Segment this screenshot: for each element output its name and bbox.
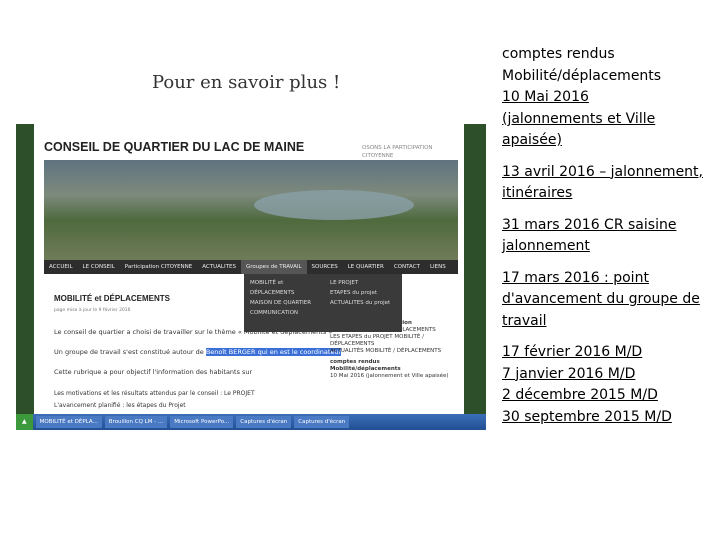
nav-dropdown: MOBILITÉ et DÉPLACEMENTS MAISON DE QUART… xyxy=(244,274,402,332)
link-10-mai[interactable]: 10 Mai 2016 xyxy=(502,87,714,109)
cr-heading-2: Mobilité/déplacements xyxy=(502,67,662,84)
link-17-mars[interactable]: 17 mars 2016 : point d'avancement du gro… xyxy=(502,268,714,333)
bullet-2[interactable]: L'avancement planifié : les étapes du Pr… xyxy=(54,402,186,409)
dd-etapes[interactable]: ETAPES du projet xyxy=(330,288,390,298)
side-cr: comptes rendus Mobilité/déplacements xyxy=(330,359,401,372)
link-group-3: 31 mars 2016 CR saisine jalonnement xyxy=(502,215,714,258)
taskbar-item-4[interactable]: Captures d'écran xyxy=(236,416,292,428)
slide-title: Pour en savoir plus ! xyxy=(152,72,341,93)
para-2-text: Un groupe de travail s'est constitué aut… xyxy=(54,348,204,356)
website-screenshot: CONSEIL DE QUARTIER DU LAC DE MAINE OSON… xyxy=(16,124,486,430)
taskbar-item-1[interactable]: MOBILITÉ et DÉPLA... xyxy=(35,416,102,428)
content-para-2: Un groupe de travail s'est constitué aut… xyxy=(54,348,342,356)
link-30-septembre[interactable]: 30 septembre 2015 M/D xyxy=(502,407,714,429)
nav-accueil[interactable]: ACCUEIL xyxy=(44,264,78,270)
dd-actualites[interactable]: ACTUALITES du projet xyxy=(330,298,390,308)
taskbar-item-5[interactable]: Captures d'écran xyxy=(294,416,350,428)
link-2-decembre[interactable]: 2 décembre 2015 M/D xyxy=(502,385,714,407)
nav-liens[interactable]: LIENS xyxy=(425,264,451,270)
link-group-5: 17 février 2016 M/D 7 janvier 2016 M/D 2… xyxy=(502,342,714,428)
para-2-highlight: Benoît BERGER qui en est le coordinateur xyxy=(205,348,342,356)
link-31-mars[interactable]: 31 mars 2016 CR saisine jalonnement xyxy=(502,215,714,258)
dd-communication[interactable]: COMMUNICATION xyxy=(250,308,311,318)
link-group-2: 13 avril 2016 – jalonnement, itinéraires xyxy=(502,162,714,205)
site-title: CONSEIL DE QUARTIER DU LAC DE MAINE xyxy=(44,140,305,154)
link-group-4: 17 mars 2016 : point d'avancement du gro… xyxy=(502,268,714,333)
nav-groupes[interactable]: Groupes de TRAVAIL xyxy=(240,260,307,274)
content-para-3: Cette rubrique a pour objectif l'informa… xyxy=(54,368,253,376)
dropdown-right: LE PROJET ETAPES du projet ACTUALITES du… xyxy=(330,278,390,308)
link-17-fevrier[interactable]: 17 février 2016 M/D xyxy=(502,342,714,364)
content-heading: MOBILITÉ et DÉPLACEMENTS xyxy=(54,294,171,303)
nav-conseil[interactable]: LE CONSEIL xyxy=(78,264,120,270)
side-item-3[interactable]: ACTUALITÉS MOBILITÉ / DÉPLACEMENTS xyxy=(330,348,450,355)
dd-projet[interactable]: LE PROJET xyxy=(330,278,390,288)
side-item-2[interactable]: LES ETAPES du PROJET MOBILITÉ / DÉPLACEM… xyxy=(330,334,450,348)
dd-maison[interactable]: MAISON DE QUARTIER xyxy=(250,298,311,308)
nav-sources[interactable]: SOURCES xyxy=(307,264,343,270)
dd-mobilite[interactable]: MOBILITÉ et xyxy=(250,278,311,288)
windows-taskbar: ▲ MOBILITÉ et DÉPLA... Brouillon CQ LM -… xyxy=(16,414,486,430)
side-cr-item[interactable]: 10 Mai 2016 (jalonnement et Ville apaisé… xyxy=(330,373,450,380)
site-nav: ACCUEIL LE CONSEIL Participation CITOYEN… xyxy=(44,260,458,274)
nav-participation[interactable]: Participation CITOYENNE xyxy=(120,264,197,270)
content-meta: page mise à jour le 9 février 2016 xyxy=(54,308,131,313)
bullet-1[interactable]: Les motivations et les résultats attendu… xyxy=(54,390,255,397)
nav-contact[interactable]: CONTACT xyxy=(389,264,425,270)
website-page: CONSEIL DE QUARTIER DU LAC DE MAINE OSON… xyxy=(34,124,464,430)
site-subtitle: OSONS LA PARTICIPATION CITOYENNE xyxy=(362,145,433,159)
taskbar-item-2[interactable]: Brouillon CQ LM - ... xyxy=(104,416,168,428)
links-column: comptes rendus Mobilité/déplacements 10 … xyxy=(502,44,714,438)
link-group-1: comptes rendus Mobilité/déplacements 10 … xyxy=(502,44,714,152)
link-13-avril[interactable]: 13 avril 2016 – jalonnement, itinéraires xyxy=(502,162,714,205)
dropdown-left: MOBILITÉ et DÉPLACEMENTS MAISON DE QUART… xyxy=(250,278,311,318)
start-button[interactable]: ▲ xyxy=(16,414,33,430)
taskbar-item-3[interactable]: Microsoft PowerPo... xyxy=(170,416,234,428)
hero-image xyxy=(44,160,458,260)
dd-deplacements[interactable]: DÉPLACEMENTS xyxy=(250,288,311,298)
link-10-mai-detail[interactable]: (jalonnements et Ville apaisée) xyxy=(502,109,714,152)
cr-heading: comptes rendus xyxy=(502,46,615,62)
nav-quartier[interactable]: LE QUARTIER xyxy=(343,264,389,270)
link-7-janvier[interactable]: 7 janvier 2016 M/D xyxy=(502,364,714,386)
nav-actualites[interactable]: ACTUALITES xyxy=(197,264,241,270)
lake-shape xyxy=(254,190,414,220)
